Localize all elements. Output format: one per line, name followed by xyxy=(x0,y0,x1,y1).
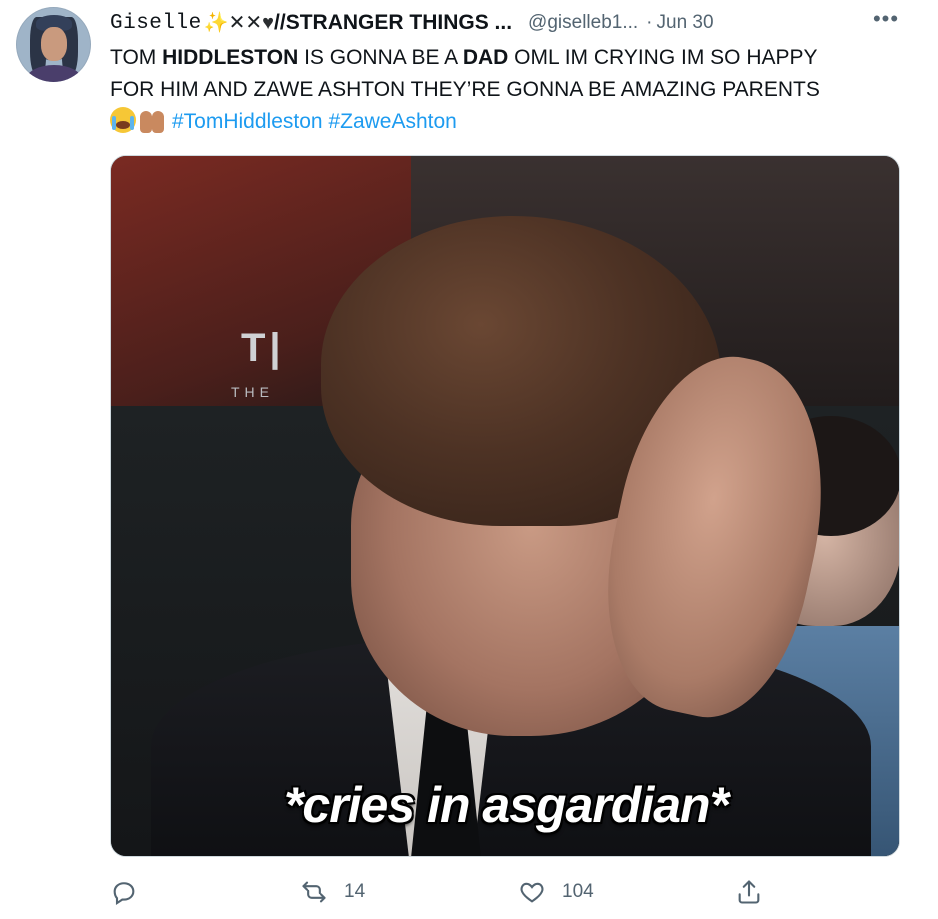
avatar-face xyxy=(41,27,67,61)
image-backdrop-logo: T| xyxy=(241,326,285,370)
text-segment: OML IM CRYING IM SO HAPPY xyxy=(508,46,818,69)
tweet[interactable]: Giselle ✨ ✕ ✕ ♥ //STRANGER THINGS ... @g… xyxy=(0,0,938,919)
meme-caption: *cries in asgardian* xyxy=(283,777,729,833)
reply-button[interactable] xyxy=(110,872,154,912)
tweet-text: TOM HIDDLESTON IS GONNA BE A DAD OML IM … xyxy=(110,42,910,138)
hashtag-zaweashton[interactable]: #ZaweAshton xyxy=(328,110,456,133)
display-name-decoration[interactable]: ✨ ✕ ✕ ♥ //STRANGER THINGS ... xyxy=(204,11,512,35)
share-icon xyxy=(738,880,760,904)
display-name[interactable]: Giselle xyxy=(110,12,202,35)
heart-icon xyxy=(520,882,544,903)
tweet-text-line-1: TOM HIDDLESTON IS GONNA BE A DAD OML IM … xyxy=(110,42,910,74)
share-button[interactable] xyxy=(735,872,763,912)
tweet-media-image[interactable]: T| THE *cries in asgardian* xyxy=(110,155,900,857)
retweet-button[interactable]: 14 xyxy=(300,872,365,912)
tweet-date[interactable]: Jun 30 xyxy=(657,12,714,34)
display-name-tail: //STRANGER THINGS ... xyxy=(274,11,513,34)
tweet-text-line-2: FOR HIM AND ZAWE ASHTON THEY’RE GONNA BE… xyxy=(110,78,820,101)
image-backdrop-logo-small: THE xyxy=(231,384,274,400)
tweet-actions: 14 104 xyxy=(110,872,900,912)
reply-icon xyxy=(113,882,135,906)
raising-hands-icon xyxy=(138,107,166,133)
tweet-text-line-3: #TomHiddleston #ZaweAshton xyxy=(110,106,910,138)
user-handle[interactable]: @giselleb1... xyxy=(528,12,638,34)
loudly-crying-face-icon xyxy=(110,107,136,133)
hashtag-tomhiddleston[interactable]: #TomHiddleston xyxy=(172,110,323,133)
cross-mark-icon: ✕ xyxy=(245,12,263,34)
separator-dot: · xyxy=(646,12,653,33)
retweet-count: 14 xyxy=(344,881,366,902)
more-options-icon[interactable]: ••• xyxy=(872,8,900,34)
like-count: 104 xyxy=(562,881,594,902)
retweet-icon xyxy=(302,881,326,903)
cross-mark-icon: ✕ xyxy=(228,12,246,34)
avatar[interactable] xyxy=(16,7,91,82)
text-bold-segment: DAD xyxy=(462,46,509,69)
text-bold-segment: HIDDLESTON xyxy=(162,46,299,69)
text-segment: TOM xyxy=(110,46,163,69)
black-heart-icon: ♥ xyxy=(262,12,275,34)
text-segment: IS GONNA BE A xyxy=(298,46,463,69)
tweet-header: Giselle ✨ ✕ ✕ ♥ //STRANGER THINGS ... @g… xyxy=(110,10,930,36)
like-button[interactable]: 104 xyxy=(518,872,594,912)
sparkles-icon: ✨ xyxy=(203,12,229,34)
